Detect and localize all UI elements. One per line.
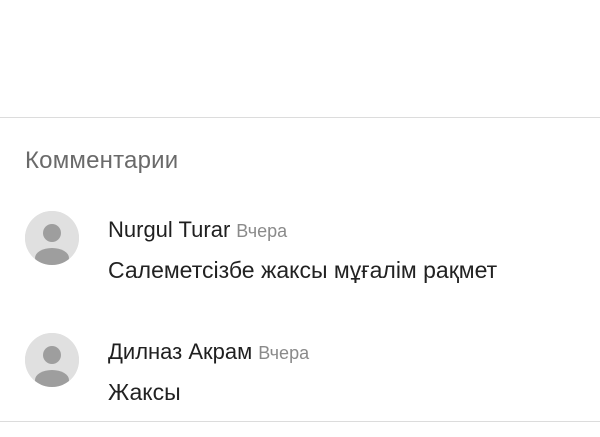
comments-section-title: Комментарии — [25, 147, 179, 174]
default-user-avatar-icon[interactable] — [25, 211, 79, 265]
default-user-avatar-icon[interactable] — [25, 333, 79, 387]
comment-time: Вчера — [236, 221, 288, 241]
comment-header: Nurgul Turar Вчера — [108, 217, 287, 243]
section-divider — [0, 117, 600, 118]
comment-text: Жаксы — [108, 379, 181, 405]
comment-author[interactable]: Дилназ Акрам — [108, 339, 252, 364]
content-area-blank — [0, 0, 600, 117]
page: Комментарии Nurgul Turar Вчера Салеметсіз… — [0, 0, 600, 437]
section-divider — [0, 421, 600, 422]
comment-author[interactable]: Nurgul Turar — [108, 217, 230, 242]
comment-header: Дилназ Акрам Вчера — [108, 339, 309, 365]
comment-time: Вчера — [258, 343, 310, 363]
comment-text: Салеметсізбе жаксы мұғалім рақмет — [108, 257, 498, 283]
